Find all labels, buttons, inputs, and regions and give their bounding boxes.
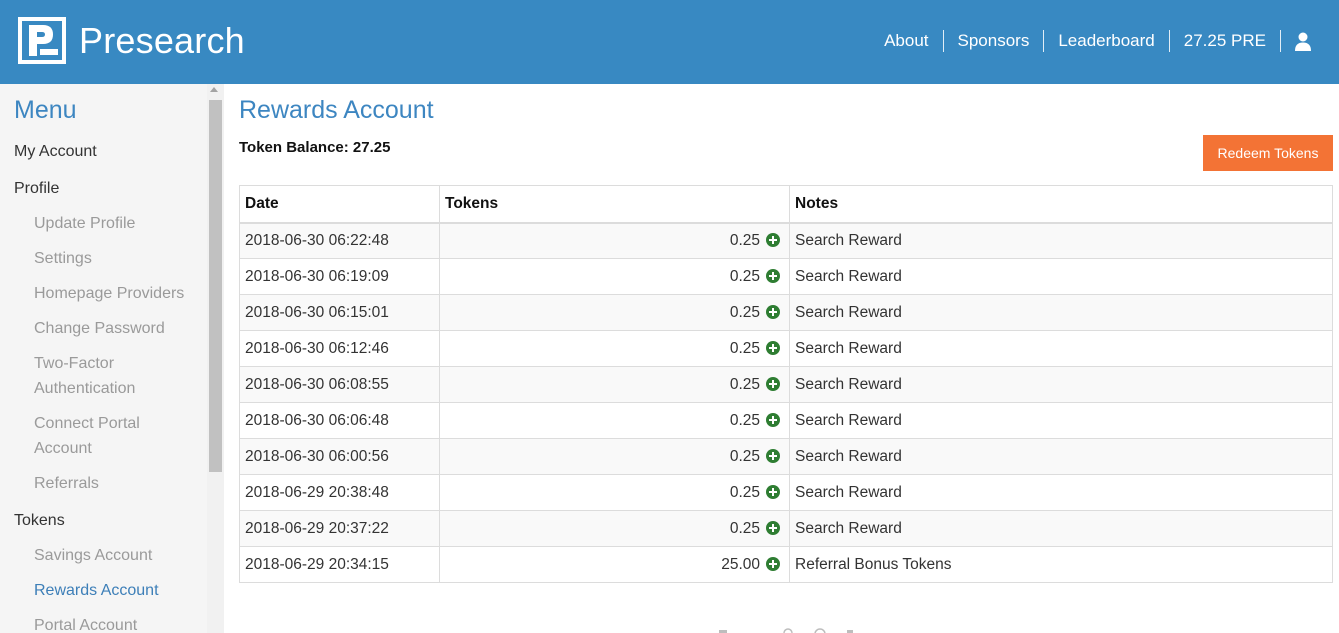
row-tokens: 0.25 [439,222,790,259]
plus-circle-icon [766,268,780,283]
nav-leaderboard-link[interactable]: Leaderboard [1044,30,1170,52]
table-row: 2018-06-29 20:38:48 0.25 Search Reward [239,474,1333,511]
row-date: 2018-06-29 20:38:48 [239,474,440,511]
sidebar-item-profile[interactable]: Profile [14,176,59,201]
table-row: 2018-06-30 06:15:01 0.25 Search Reward [239,294,1333,331]
sidebar-item-referrals[interactable]: Referrals [34,471,99,496]
sidebar-item-connect-portal[interactable]: Connect Portal [34,411,140,436]
row-tokens: 25.00 [439,546,790,583]
row-note: Search Reward [789,294,1333,331]
plus-circle-icon [766,376,780,391]
menu-title: Menu [14,96,77,124]
top-header: Presearch About Sponsors Leaderboard 27.… [0,0,1339,84]
column-header-date: Date [239,185,440,224]
sidebar-item-savings-account[interactable]: Savings Account [34,543,152,568]
row-note: Search Reward [789,222,1333,259]
row-date: 2018-06-29 20:37:22 [239,510,440,547]
row-date: 2018-06-30 06:06:48 [239,402,440,439]
column-header-tokens: Tokens [439,185,790,224]
row-note: Referral Bonus Tokens [789,546,1333,583]
presearch-logo-icon[interactable] [18,17,66,64]
table-header-row: Date Tokens Notes [239,185,1333,224]
row-token-amount: 0.25 [729,231,760,249]
top-nav: About Sponsors Leaderboard 27.25 PRE [870,29,1317,53]
row-tokens: 0.25 [439,402,790,439]
redeem-tokens-button[interactable]: Redeem Tokens [1203,135,1333,171]
row-note: Search Reward [789,330,1333,367]
plus-circle-icon [766,448,780,463]
row-note: Search Reward [789,366,1333,403]
sidebar-item-two-factor-line2[interactable]: Authentication [34,376,135,401]
row-token-amount: 0.25 [729,483,760,501]
brand-name[interactable]: Presearch [79,18,245,64]
plus-circle-icon [766,304,780,319]
row-token-amount: 0.25 [729,411,760,429]
sidebar-menu: Menu My Account Profile Update Profile S… [0,84,207,633]
row-token-amount: 25.00 [721,555,760,573]
user-menu-button[interactable] [1281,30,1317,52]
plus-circle-icon [766,232,780,247]
plus-circle-icon [766,556,780,571]
sidebar-item-settings[interactable]: Settings [34,246,92,271]
table-row: 2018-06-30 06:06:48 0.25 Search Reward [239,402,1333,439]
plus-circle-icon [766,340,780,355]
sidebar-scrollbar-thumb[interactable] [209,100,222,472]
plus-circle-icon [766,412,780,427]
sidebar-item-update-profile[interactable]: Update Profile [34,211,135,236]
row-note: Search Reward [789,510,1333,547]
row-note: Search Reward [789,402,1333,439]
row-date: 2018-06-29 20:34:15 [239,546,440,583]
sidebar-item-change-password[interactable]: Change Password [34,316,165,341]
row-tokens: 0.25 [439,258,790,295]
row-tokens: 0.25 [439,510,790,547]
sidebar-item-portal-account[interactable]: Portal Account [34,613,137,633]
row-tokens: 0.25 [439,330,790,367]
row-date: 2018-06-30 06:08:55 [239,366,440,403]
footer-social-icons [719,628,853,633]
row-date: 2018-06-30 06:19:09 [239,258,440,295]
nav-about-link[interactable]: About [870,30,944,52]
row-tokens: 0.25 [439,474,790,511]
row-tokens: 0.25 [439,294,790,331]
row-token-amount: 0.25 [729,447,760,465]
user-icon [1295,32,1311,51]
sidebar-item-my-account[interactable]: My Account [14,139,97,164]
row-date: 2018-06-30 06:12:46 [239,330,440,367]
page-title: Rewards Account [239,96,434,124]
row-note: Search Reward [789,438,1333,475]
row-tokens: 0.25 [439,438,790,475]
row-note: Search Reward [789,258,1333,295]
scroll-up-arrow-icon[interactable] [210,87,218,92]
table-row: 2018-06-30 06:00:56 0.25 Search Reward [239,438,1333,475]
row-token-amount: 0.25 [729,339,760,357]
sidebar-item-rewards-account[interactable]: Rewards Account [34,578,159,603]
plus-circle-icon [766,520,780,535]
table-row: 2018-06-30 06:12:46 0.25 Search Reward [239,330,1333,367]
nav-sponsors-link[interactable]: Sponsors [944,30,1045,52]
row-token-amount: 0.25 [729,375,760,393]
row-note: Search Reward [789,474,1333,511]
sidebar-item-two-factor[interactable]: Two-Factor [34,351,114,376]
row-tokens: 0.25 [439,366,790,403]
nav-token-balance-link[interactable]: 27.25 PRE [1170,30,1281,52]
row-date: 2018-06-30 06:22:48 [239,222,440,259]
table-row: 2018-06-30 06:08:55 0.25 Search Reward [239,366,1333,403]
column-header-notes: Notes [789,185,1333,224]
table-row: 2018-06-29 20:34:15 25.00 Referral Bonus T… [239,546,1333,583]
row-date: 2018-06-30 06:15:01 [239,294,440,331]
row-token-amount: 0.25 [729,267,760,285]
row-token-amount: 0.25 [729,303,760,321]
row-token-amount: 0.25 [729,519,760,537]
row-date: 2018-06-30 06:00:56 [239,438,440,475]
sidebar-item-homepage-providers[interactable]: Homepage Providers [34,281,184,306]
plus-circle-icon [766,484,780,499]
table-row: 2018-06-30 06:22:48 0.25 Search Reward [239,222,1333,259]
table-row: 2018-06-29 20:37:22 0.25 Search Reward [239,510,1333,547]
rewards-table: Date Tokens Notes 2018-06-30 06:22:48 0.2… [239,185,1333,583]
token-balance: Token Balance: 27.25 [239,139,391,156]
sidebar-item-tokens[interactable]: Tokens [14,508,65,533]
table-row: 2018-06-30 06:19:09 0.25 Search Reward [239,258,1333,295]
sidebar-item-connect-portal-line2[interactable]: Account [34,436,92,461]
